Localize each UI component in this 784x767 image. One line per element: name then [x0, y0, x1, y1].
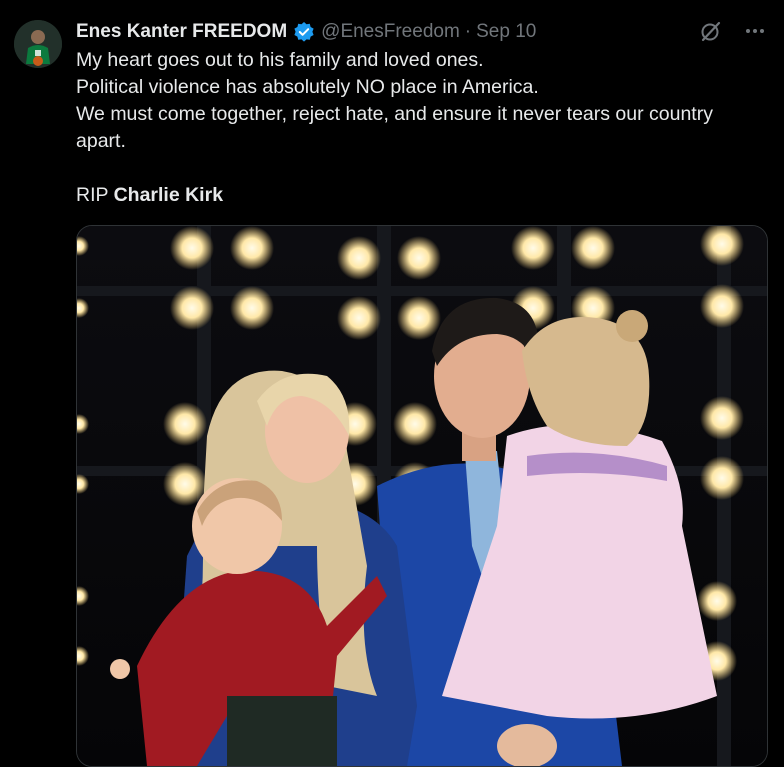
tweet-text: My heart goes out to his family and love… — [76, 47, 766, 209]
tweet-header: Enes Kanter FREEDOM @EnesFreedom · Sep 1… — [76, 18, 536, 46]
tweet-line: Political violence has absolutely NO pla… — [76, 76, 539, 98]
avatar[interactable] — [14, 20, 62, 68]
grok-icon[interactable] — [698, 18, 724, 44]
verified-badge-icon[interactable] — [293, 21, 315, 43]
tweet-top-actions — [698, 18, 768, 44]
tweet-date[interactable]: Sep 10 — [476, 21, 536, 43]
photo-illustration — [77, 226, 767, 766]
rip-line: RIP Charlie Kirk — [76, 182, 766, 209]
more-icon[interactable] — [742, 18, 768, 44]
rip-name: Charlie Kirk — [113, 184, 224, 206]
tweet-photo[interactable] — [76, 225, 768, 767]
display-name[interactable]: Enes Kanter FREEDOM — [76, 21, 287, 43]
rip-prefix: RIP — [76, 184, 114, 206]
separator-dot: · — [464, 21, 472, 42]
tweet-line: We must come together, reject hate, and … — [76, 103, 713, 152]
author-handle[interactable]: @EnesFreedom — [321, 21, 460, 43]
tweet-line: My heart goes out to his family and love… — [76, 49, 484, 71]
tweet[interactable]: Enes Kanter FREEDOM @EnesFreedom · Sep 1… — [0, 0, 784, 767]
